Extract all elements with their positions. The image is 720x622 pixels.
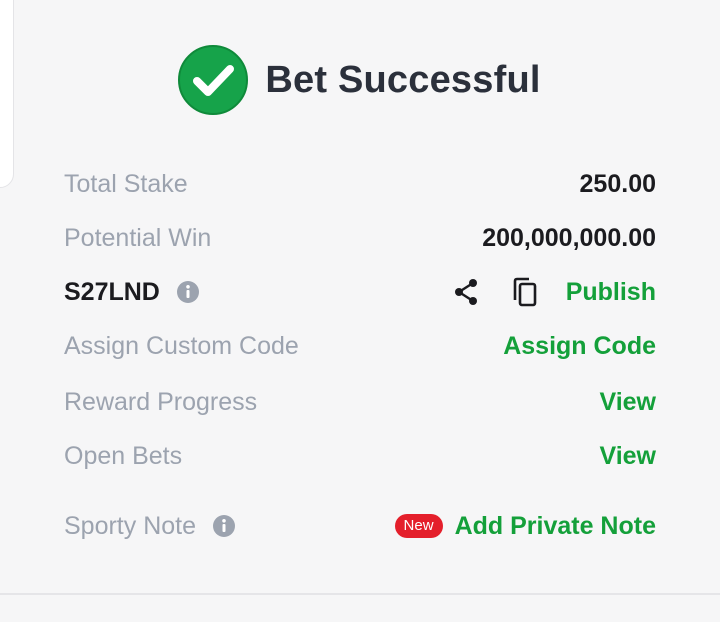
row-total-stake: Total Stake 250.00 xyxy=(64,158,656,210)
share-icon[interactable] xyxy=(450,276,482,308)
potential-win-label: Potential Win xyxy=(64,223,212,252)
row-booking-code: S27LND Publish xyxy=(64,266,656,318)
add-private-note-link[interactable]: Add Private Note xyxy=(455,512,656,541)
row-potential-win: Potential Win 200,000,000.00 xyxy=(64,212,656,264)
row-sporty-note: Sporty Note New Add Private Note xyxy=(64,500,656,552)
reward-progress-label: Reward Progress xyxy=(64,387,258,416)
total-stake-value: 250.00 xyxy=(579,169,656,198)
info-icon[interactable] xyxy=(176,280,200,304)
check-circle-icon xyxy=(177,44,249,116)
booking-code: S27LND xyxy=(64,277,160,306)
potential-win-value: 200,000,000.00 xyxy=(482,223,656,252)
assign-code-link[interactable]: Assign Code xyxy=(503,332,656,361)
new-badge: New xyxy=(394,514,443,538)
open-bets-view-link[interactable]: View xyxy=(599,442,656,471)
row-reward-progress: Reward Progress View xyxy=(64,376,656,428)
booking-code-group: S27LND xyxy=(64,278,200,307)
divider xyxy=(0,593,720,595)
reward-progress-view-link[interactable]: View xyxy=(599,388,656,417)
open-bets-label: Open Bets xyxy=(64,441,183,470)
bet-receipt-page: Bet Successful Total Stake 250.00 Potent… xyxy=(0,0,720,622)
row-custom-code: Assign Custom Code Assign Code xyxy=(64,320,656,372)
publish-link[interactable]: Publish xyxy=(566,278,656,307)
custom-code-label: Assign Custom Code xyxy=(64,331,299,360)
private-note-group: New Add Private Note xyxy=(394,512,656,541)
sporty-note-label: Sporty Note xyxy=(64,511,197,540)
copy-icon[interactable] xyxy=(508,276,540,308)
sporty-note-label-group: Sporty Note xyxy=(64,512,236,541)
page-title: Bet Successful xyxy=(265,58,541,101)
row-open-bets: Open Bets View xyxy=(64,430,656,482)
booking-actions: Publish xyxy=(450,276,656,308)
info-icon[interactable] xyxy=(212,514,236,538)
success-header: Bet Successful xyxy=(0,44,720,116)
total-stake-label: Total Stake xyxy=(64,169,188,198)
